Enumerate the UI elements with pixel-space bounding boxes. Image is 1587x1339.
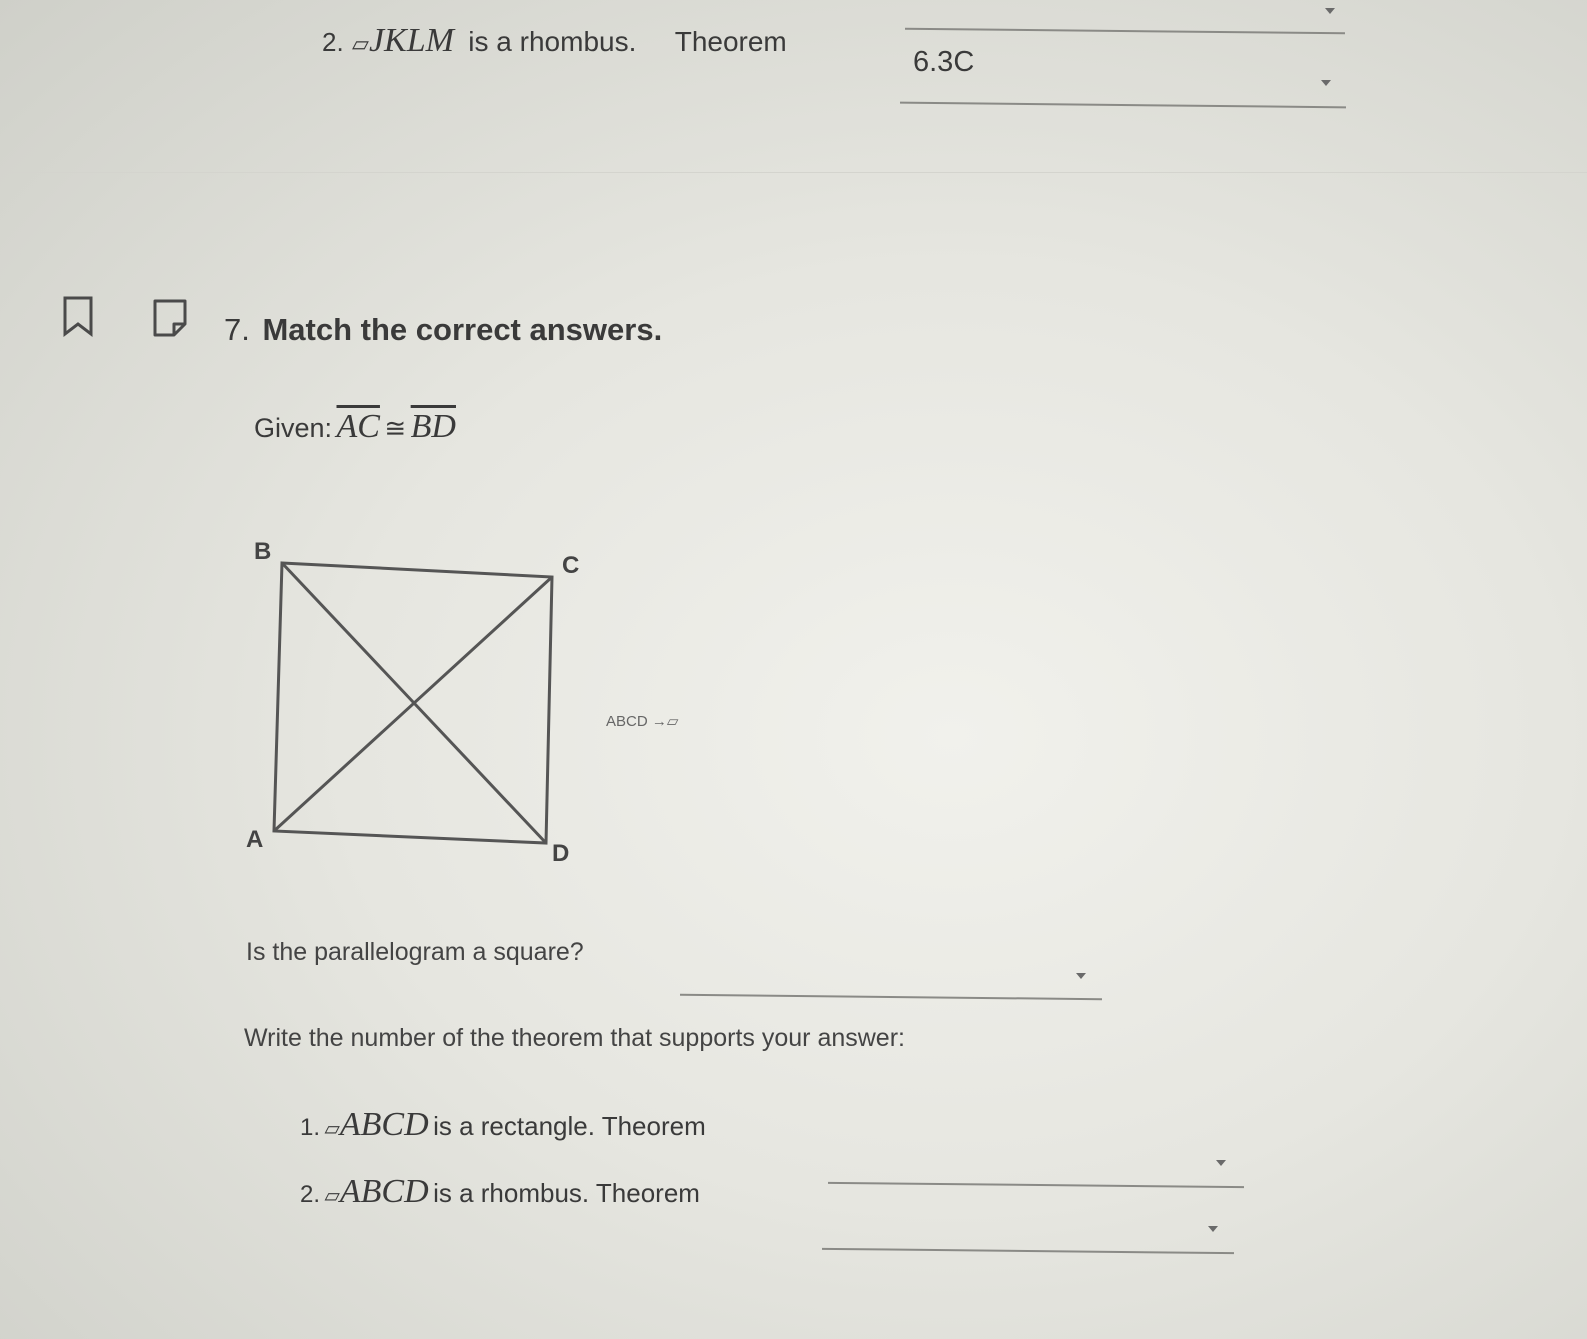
- theorem-item-1: 1. ▱ABCD is a rectangle. Theorem: [300, 1106, 706, 1144]
- vertex-label-a: A: [246, 826, 263, 853]
- prev-item-row: 2. ▱JKLM is a rhombus. Theorem: [322, 22, 787, 60]
- prev-item-shape: JKLM: [368, 22, 454, 59]
- parallelogram-symbol: ▱: [324, 1185, 340, 1207]
- theorem-item-text: is a rectangle. Theorem: [433, 1111, 706, 1141]
- vertex-label-d: D: [552, 840, 569, 867]
- square-answer-dropdown[interactable]: [682, 945, 1102, 1000]
- question-number: 7.: [224, 312, 250, 347]
- theorem-instruction: Write the number of the theorem that sup…: [244, 1024, 905, 1052]
- chevron-down-icon: [1076, 973, 1086, 979]
- theorem-item-shape: ABCD: [339, 1173, 429, 1210]
- note-icon[interactable]: [152, 298, 188, 338]
- prev-item-theorem-label: Theorem: [674, 26, 787, 57]
- prev-item-answer: 6.3C: [913, 46, 975, 78]
- parallelogram-symbol: ▱: [352, 31, 369, 56]
- theorem-item-2-dropdown[interactable]: [824, 1196, 1234, 1251]
- given-segment-ac: AC: [336, 408, 380, 445]
- given-statement: Given: AC ≅ BD: [254, 408, 456, 446]
- vertex-label-b: B: [254, 538, 271, 565]
- chevron-down-icon: [1321, 80, 1331, 86]
- question-title: Match the correct answers.: [262, 312, 663, 347]
- question-heading: 7. Match the correct answers.: [224, 312, 662, 348]
- square-figure: B C A D: [246, 538, 579, 867]
- figure-side-note: ABCD →▱: [606, 713, 679, 730]
- congruent-symbol: ≅: [384, 413, 407, 443]
- prev-item-text: is a rhombus.: [468, 26, 637, 57]
- chevron-down-icon: [1208, 1226, 1218, 1232]
- vertex-label-c: C: [562, 552, 579, 579]
- prev-dropdown-top-underline: [905, 27, 1345, 35]
- question-separator: [0, 172, 1587, 173]
- prev-item-number: 2.: [322, 27, 344, 57]
- theorem-item-shape: ABCD: [339, 1106, 429, 1143]
- theorem-item-2: 2. ▱ABCD is a rhombus. Theorem: [300, 1173, 700, 1211]
- theorem-item-number: 1.: [300, 1114, 321, 1141]
- prev-item-theorem-dropdown[interactable]: 6.3C: [905, 40, 1345, 112]
- diagonal-bd: [280, 561, 548, 845]
- theorem-item-1-dropdown[interactable]: [830, 1130, 1244, 1185]
- square-prompt: Is the parallelogram a square?: [246, 938, 584, 966]
- bookmark-icon[interactable]: [62, 296, 94, 338]
- parallelogram-symbol: ▱: [324, 1118, 340, 1140]
- theorem-item-number: 2.: [300, 1181, 321, 1208]
- given-segment-bd: BD: [410, 408, 456, 445]
- theorem-item-text: is a rhombus. Theorem: [433, 1178, 700, 1208]
- chevron-down-icon: [1325, 8, 1335, 14]
- chevron-down-icon: [1216, 1160, 1226, 1166]
- given-label: Given:: [254, 413, 333, 443]
